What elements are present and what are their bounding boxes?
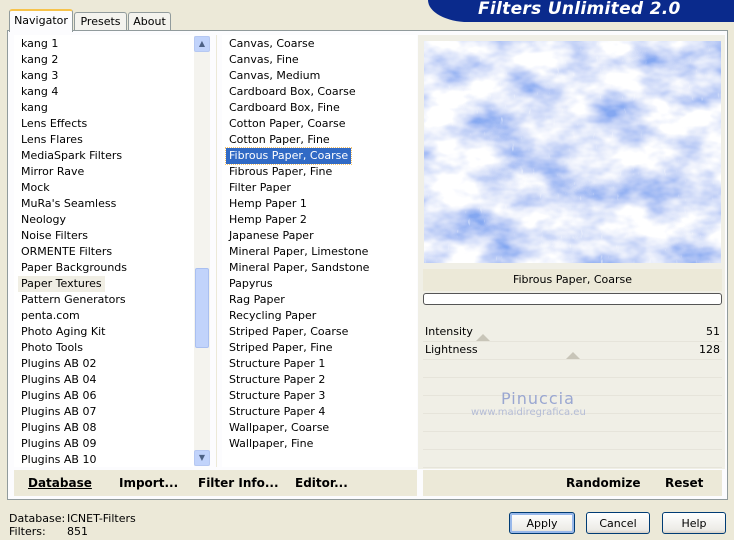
filter-item[interactable]: Canvas, Coarse	[226, 36, 318, 52]
filter-item[interactable]: Structure Paper 1	[226, 356, 328, 372]
chevron-up-icon: ▲	[198, 39, 206, 48]
filter-item[interactable]: Cotton Paper, Coarse	[226, 116, 349, 132]
database-label: Database:	[9, 512, 66, 525]
filter-item[interactable]: Wallpaper, Coarse	[226, 420, 332, 436]
database-button[interactable]: Database	[28, 476, 92, 490]
watermark-site: www.maidiregrafica.eu	[471, 407, 586, 418]
lightness-value: 128	[699, 343, 720, 356]
apply-button[interactable]: Apply	[509, 512, 575, 534]
category-item[interactable]: Plugins AB 08	[18, 420, 99, 436]
category-item[interactable]: Plugins AB 06	[18, 388, 99, 404]
filter-info-button[interactable]: Filter Info...	[198, 476, 279, 490]
category-item[interactable]: Lens Effects	[18, 116, 90, 132]
filter-item[interactable]: Hemp Paper 2	[226, 212, 310, 228]
category-item[interactable]: Plugins AB 04	[18, 372, 99, 388]
category-item[interactable]: kang 2	[18, 52, 61, 68]
app-title: Filters Unlimited 2.0	[478, 0, 681, 19]
category-item[interactable]: Plugins AB 07	[18, 404, 99, 420]
watermark-name: Pinuccia	[501, 389, 575, 408]
import-button[interactable]: Import...	[119, 476, 178, 490]
filter-item[interactable]: Mineral Paper, Limestone	[226, 244, 371, 260]
category-item[interactable]: kang 3	[18, 68, 61, 84]
database-value: ICNET-Filters	[67, 512, 136, 525]
category-item[interactable]: kang 1	[18, 36, 61, 52]
category-item[interactable]: Lens Flares	[18, 132, 86, 148]
filter-item[interactable]: Cardboard Box, Coarse	[226, 84, 359, 100]
tab-navigator[interactable]: Navigator	[9, 9, 73, 32]
scroll-up-button[interactable]: ▲	[194, 36, 210, 52]
filter-item[interactable]: Striped Paper, Coarse	[226, 324, 351, 340]
filter-item[interactable]: Structure Paper 4	[226, 404, 328, 420]
category-list[interactable]: kang 1 kang 2 kang 3 kang 4 kang Lens Effects…	[14, 35, 194, 467]
category-scrollbar[interactable]: ▲ ▼	[194, 36, 210, 466]
intensity-slider-handle[interactable]	[475, 334, 490, 341]
reset-button[interactable]: Reset	[665, 476, 703, 490]
filter-item[interactable]: Striped Paper, Fine	[226, 340, 336, 356]
filter-item[interactable]: Structure Paper 2	[226, 372, 328, 388]
lightness-slider-handle[interactable]	[565, 352, 580, 359]
filter-item[interactable]: Papyrus	[226, 276, 276, 292]
help-button[interactable]: Help	[662, 512, 726, 534]
progress-bar	[423, 293, 722, 305]
category-item[interactable]: Noise Filters	[18, 228, 91, 244]
category-item[interactable]: Mirror Rave	[18, 164, 87, 180]
filter-item[interactable]: Cardboard Box, Fine	[226, 100, 343, 116]
category-item[interactable]: Plugins AB 02	[18, 356, 99, 372]
filter-item[interactable]: Fibrous Paper, Fine	[226, 164, 335, 180]
filter-item[interactable]: Recycling Paper	[226, 308, 319, 324]
chevron-down-icon: ▼	[198, 453, 206, 462]
filters-count-value: 851	[67, 525, 88, 538]
scroll-down-button[interactable]: ▼	[194, 450, 210, 466]
category-item[interactable]: Plugins AB 10	[18, 452, 99, 468]
list-divider	[216, 35, 217, 467]
category-item[interactable]: Paper Textures	[18, 276, 105, 292]
filter-item[interactable]: Cotton Paper, Fine	[226, 132, 333, 148]
tab-about[interactable]: About	[128, 12, 171, 30]
filter-item[interactable]: Mineral Paper, Sandstone	[226, 260, 372, 276]
category-item[interactable]: Mock	[18, 180, 53, 196]
scroll-thumb[interactable]	[195, 268, 209, 348]
editor-button[interactable]: Editor...	[295, 476, 348, 490]
filter-item[interactable]: Japanese Paper	[226, 228, 317, 244]
slider-row-empty	[423, 432, 722, 450]
category-item[interactable]: MuRa's Seamless	[18, 196, 119, 212]
category-item[interactable]: Pattern Generators	[18, 292, 129, 308]
intensity-value: 51	[706, 325, 720, 338]
filter-item[interactable]: Rag Paper	[226, 292, 288, 308]
category-item[interactable]: Photo Tools	[18, 340, 86, 356]
category-item[interactable]: Plugins AB 09	[18, 436, 99, 452]
filters-count-label: Filters:	[9, 525, 46, 538]
category-item[interactable]: kang 4	[18, 84, 61, 100]
filter-list[interactable]: Canvas, Coarse Canvas, Fine Canvas, Medium…	[222, 35, 417, 467]
intensity-slider[interactable]: Intensity 51	[423, 324, 722, 342]
filter-item[interactable]: Canvas, Medium	[226, 68, 323, 84]
category-item[interactable]: Photo Aging Kit	[18, 324, 108, 340]
category-item[interactable]: ORMENTE Filters	[18, 244, 115, 260]
category-item[interactable]: penta.com	[18, 308, 83, 324]
tab-presets[interactable]: Presets	[74, 12, 127, 30]
cancel-button[interactable]: Cancel	[586, 512, 650, 534]
slider-row-empty	[423, 360, 722, 378]
filter-item[interactable]: Fibrous Paper, Coarse	[224, 147, 353, 165]
lightness-slider[interactable]: Lightness 128	[423, 342, 722, 360]
intensity-label: Intensity	[425, 325, 473, 338]
randomize-button[interactable]: Randomize	[566, 476, 640, 490]
filter-item[interactable]: Structure Paper 3	[226, 388, 328, 404]
filter-item[interactable]: Canvas, Fine	[226, 52, 302, 68]
filter-item[interactable]: Filter Paper	[226, 180, 294, 196]
filter-item[interactable]: Wallpaper, Fine	[226, 436, 316, 452]
slider-row-empty	[423, 450, 722, 468]
preview-filter-name: Fibrous Paper, Coarse	[423, 269, 722, 291]
filter-item[interactable]: Hemp Paper 1	[226, 196, 310, 212]
category-item[interactable]: Paper Backgrounds	[18, 260, 130, 276]
category-item[interactable]: MediaSpark Filters	[18, 148, 125, 164]
category-item[interactable]: kang	[18, 100, 51, 116]
category-item[interactable]: Neology	[18, 212, 69, 228]
lightness-label: Lightness	[425, 343, 478, 356]
preview-image	[424, 41, 721, 263]
